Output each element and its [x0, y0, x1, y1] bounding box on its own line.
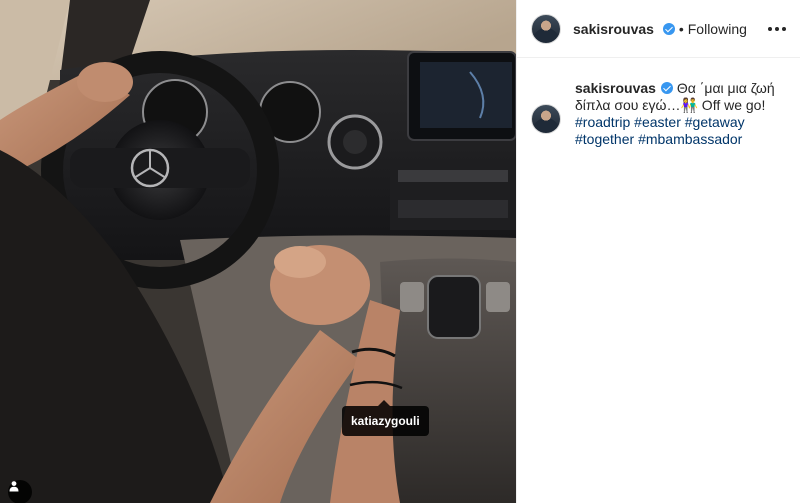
username-link[interactable]: sakisrouvas	[573, 21, 675, 37]
caption-avatar[interactable]	[531, 104, 561, 134]
verified-badge-icon	[662, 22, 675, 35]
separator: •	[678, 20, 684, 37]
hashtag-getaway[interactable]: #getaway	[685, 114, 745, 130]
hashtag-mbambassador[interactable]: #mbambassador	[638, 131, 742, 147]
post-modal: katiazygouli sakisrouvas • Following sak…	[0, 0, 800, 503]
post-header: sakisrouvas • Following	[517, 0, 800, 58]
caption-body: sakisrouvas Θα ΄μαι μια ζωή δίπλα σου εγ…	[575, 80, 786, 148]
following-button[interactable]: Following	[688, 21, 747, 37]
hashtag-roadtrip[interactable]: #roadtrip	[575, 114, 630, 130]
username-text: sakisrouvas	[573, 20, 654, 37]
user-tag-button[interactable]	[8, 480, 32, 503]
post-photo[interactable]: katiazygouli	[0, 0, 516, 503]
post-sidebar: sakisrouvas • Following sakisrouvas Θα ΄…	[516, 0, 800, 503]
user-tag-icon	[9, 481, 19, 492]
avatar[interactable]	[531, 13, 561, 44]
verified-badge-icon	[660, 82, 673, 94]
car-interior-image	[0, 0, 516, 503]
hashtag-together[interactable]: #together	[575, 131, 634, 147]
caption-username[interactable]: sakisrouvas	[575, 80, 656, 96]
hashtag-easter[interactable]: #easter	[634, 114, 681, 130]
tagged-user-label[interactable]: katiazygouli	[342, 400, 429, 436]
caption-comment: sakisrouvas Θα ΄μαι μια ζωή δίπλα σου εγ…	[517, 58, 800, 148]
more-options-icon[interactable]	[762, 21, 786, 37]
